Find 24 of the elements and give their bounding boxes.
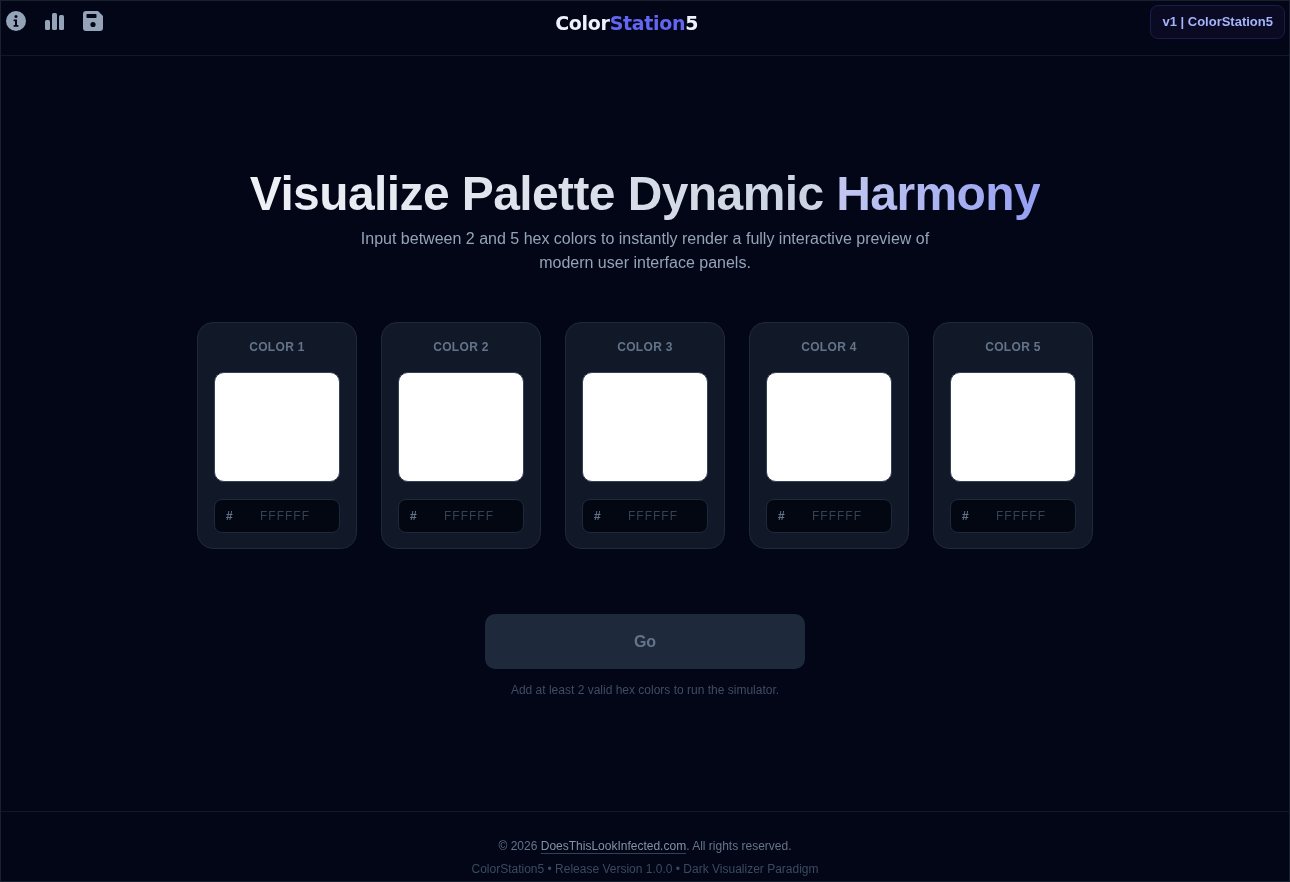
hash-prefix: # [962, 509, 969, 523]
hero-subtitle: Input between 2 and 5 hex colors to instantly render a fully interactive preview of modern user interface panels. [359, 229, 931, 273]
color-label: COLOR 4 [801, 339, 857, 356]
color-swatch[interactable] [398, 372, 524, 482]
color-label: COLOR 5 [985, 339, 1041, 356]
info-icon[interactable] [6, 11, 26, 31]
hint-text: Add at least 2 valid hex colors to run the simulator. [510, 682, 780, 699]
hash-prefix: # [226, 509, 233, 523]
color-swatch[interactable] [950, 372, 1076, 482]
version-badge: v1 | ColorStation5 [1150, 5, 1285, 39]
bar-chart-icon[interactable] [45, 12, 64, 30]
color-label: COLOR 2 [433, 339, 489, 356]
color-label: COLOR 1 [249, 339, 305, 356]
release-text: ColorStation5 • Release Version 1.0.0 • Dark Visualizer Paradigm [471, 861, 819, 878]
hash-prefix: # [778, 509, 785, 523]
hash-prefix: # [410, 509, 417, 523]
color-swatch[interactable] [582, 372, 708, 482]
color-label: COLOR 3 [617, 339, 673, 356]
app-logo: ColorStation5 [555, 11, 699, 35]
hash-prefix: # [594, 509, 601, 523]
color-swatch[interactable] [214, 372, 340, 482]
save-icon[interactable] [83, 11, 103, 31]
color-swatch[interactable] [766, 372, 892, 482]
copyright-text: © 2026 DoesThisLookInfected.com. All rights reserved. [498, 838, 792, 855]
